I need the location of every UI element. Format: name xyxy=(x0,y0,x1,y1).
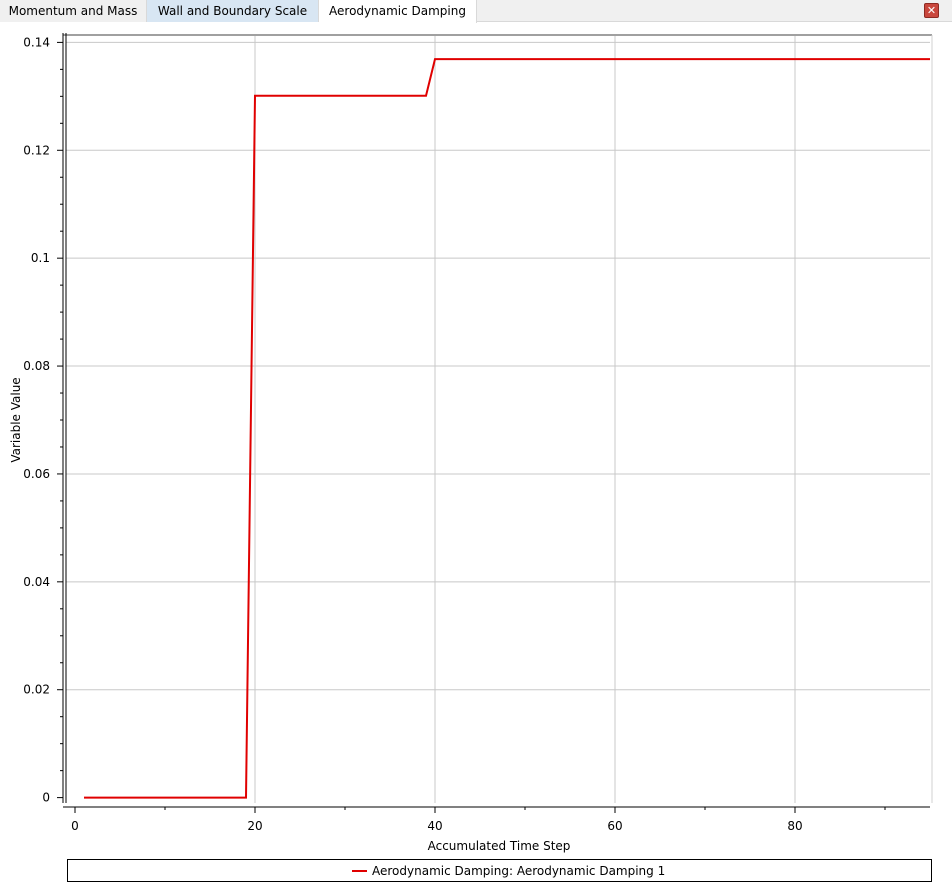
x-tick-label: 60 xyxy=(607,819,622,833)
y-tick-label: 0.14 xyxy=(23,35,50,49)
y-tick-label: 0.1 xyxy=(31,251,50,265)
tab-wall-and-boundary-scale[interactable]: Wall and Boundary Scale xyxy=(147,0,319,22)
y-tick-label: 0 xyxy=(42,791,50,805)
y-axis-label: Variable Value xyxy=(9,377,23,462)
tab-momentum-and-mass[interactable]: Momentum and Mass xyxy=(0,0,147,22)
legend-swatch xyxy=(352,870,367,872)
x-tick-label: 20 xyxy=(247,819,262,833)
y-tick-label: 0.02 xyxy=(23,683,50,697)
line-chart: 0 0.02 0.04 0.06 0.08 0.1 0.12 0.14 0 20 40 60 80 Acc… xyxy=(9,33,933,853)
legend: Aerodynamic Damping: Aerodynamic Damping… xyxy=(67,859,932,882)
x-tick-label: 80 xyxy=(787,819,802,833)
y-tick-label: 0.08 xyxy=(23,359,50,373)
x-axis-label: Accumulated Time Step xyxy=(428,839,571,853)
tab-bar: Momentum and Mass Wall and Boundary Scal… xyxy=(0,0,952,23)
legend-label: Aerodynamic Damping: Aerodynamic Damping… xyxy=(372,864,666,878)
x-tick-label: 0 xyxy=(71,819,79,833)
close-icon[interactable]: ✕ xyxy=(924,3,939,18)
y-tick-label: 0.04 xyxy=(23,575,50,589)
y-tick-label: 0.06 xyxy=(23,467,50,481)
tab-aerodynamic-damping[interactable]: Aerodynamic Damping xyxy=(319,0,477,23)
y-tick-label: 0.12 xyxy=(23,143,50,157)
chart-area: 0 0.02 0.04 0.06 0.08 0.1 0.12 0.14 0 20 40 60 80 Acc… xyxy=(0,23,952,888)
x-tick-label: 40 xyxy=(427,819,442,833)
